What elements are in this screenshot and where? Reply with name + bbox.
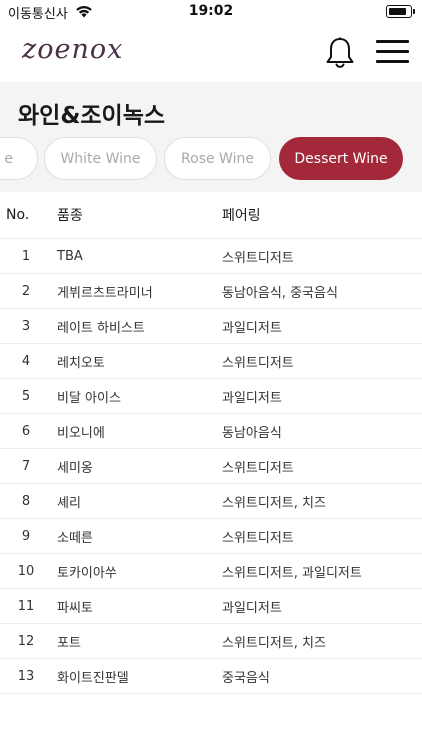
category-chip-scroller[interactable]: e White Wine Rose Wine Dessert Wine [0, 137, 422, 181]
row-variety: 레치오토 [57, 355, 105, 371]
table-row[interactable]: 7 세미옹 스위트디저트 [0, 449, 422, 484]
status-bar: 이동통신사 19:02 [0, 0, 422, 24]
row-number: 3 [21, 318, 31, 334]
table-row[interactable]: 3 레이트 하비스트 과일디저트 [0, 309, 422, 344]
row-number: 10 [17, 563, 35, 579]
table-row[interactable]: 8 셰리 스위트디저트, 치즈 [0, 484, 422, 519]
row-variety: 세미옹 [57, 460, 93, 476]
zoenox-logo[interactable]: zoenox [22, 34, 123, 65]
row-pairing: 동남아음식, 중국음식 [222, 285, 338, 301]
row-pairing: 과일디저트 [222, 320, 282, 336]
row-number: 12 [17, 633, 35, 649]
row-number: 9 [21, 528, 31, 544]
table-row[interactable]: 4 레치오토 스위트디저트 [0, 344, 422, 379]
battery-icon [386, 5, 415, 18]
row-variety: 게뷔르츠트라미너 [57, 285, 153, 301]
row-pairing: 과일디저트 [222, 600, 282, 616]
hamburger-menu-icon[interactable] [376, 40, 409, 64]
category-section: 와인&조이녹스 e White Wine Rose Wine Dessert W… [0, 82, 422, 192]
column-header-no: No. [6, 207, 30, 223]
row-pairing: 스위트디저트, 치즈 [222, 495, 326, 511]
row-pairing: 중국음식 [222, 670, 270, 686]
row-number: 5 [21, 388, 31, 404]
row-number: 1 [21, 248, 31, 264]
column-header-pairing: 페어링 [222, 208, 261, 224]
row-pairing: 동남아음식 [222, 425, 282, 441]
table-header: No. 품종 페어링 [0, 192, 422, 239]
table-row[interactable]: 9 소떼른 스위트디저트 [0, 519, 422, 554]
row-number: 4 [21, 353, 31, 369]
row-number: 13 [17, 668, 35, 684]
table-row[interactable]: 11 파씨토 과일디저트 [0, 589, 422, 624]
table-row[interactable]: 13 화이트진판델 중국음식 [0, 659, 422, 694]
row-pairing: 스위트디저트 [222, 530, 294, 546]
row-number: 6 [21, 423, 31, 439]
row-pairing: 스위트디저트, 과일디저트 [222, 565, 362, 581]
row-variety: 화이트진판델 [57, 670, 129, 686]
column-header-variety: 품종 [57, 208, 83, 224]
table-row[interactable]: 2 게뷔르츠트라미너 동남아음식, 중국음식 [0, 274, 422, 309]
table-row[interactable]: 5 비달 아이스 과일디저트 [0, 379, 422, 414]
bell-icon[interactable] [324, 36, 356, 70]
row-variety: TBA [57, 248, 83, 264]
chip-white-wine[interactable]: White Wine [44, 137, 157, 180]
row-number: 7 [21, 458, 31, 474]
row-number: 8 [21, 493, 31, 509]
clock: 19:02 [188, 3, 234, 19]
page-title: 와인&조이녹스 [18, 103, 166, 129]
table-row[interactable]: 6 비오니에 동남아음식 [0, 414, 422, 449]
row-pairing: 스위트디저트, 치즈 [222, 635, 326, 651]
row-variety: 포트 [57, 635, 81, 651]
row-variety: 비오니에 [57, 425, 105, 441]
row-number: 11 [17, 598, 35, 614]
row-number: 2 [21, 283, 31, 299]
chip-rose-wine[interactable]: Rose Wine [164, 137, 271, 180]
app-header: zoenox [0, 24, 422, 82]
chip-dessert-wine[interactable]: Dessert Wine [279, 137, 403, 180]
wine-table: No. 품종 페어링 1 TBA 스위트디저트 2 게뷔르츠트라미너 동남아음식… [0, 192, 422, 694]
table-row[interactable]: 1 TBA 스위트디저트 [0, 239, 422, 274]
row-variety: 토카이아쑤 [57, 565, 117, 581]
row-variety: 비달 아이스 [57, 390, 121, 406]
row-pairing: 스위트디저트 [222, 355, 294, 371]
row-variety: 소떼른 [57, 530, 93, 546]
row-pairing: 스위트디저트 [222, 460, 294, 476]
row-pairing: 스위트디저트 [222, 250, 294, 266]
chip-partial[interactable]: e [0, 137, 38, 180]
row-variety: 파씨토 [57, 600, 93, 616]
table-row[interactable]: 12 포트 스위트디저트, 치즈 [0, 624, 422, 659]
row-pairing: 과일디저트 [222, 390, 282, 406]
table-row[interactable]: 10 토카이아쑤 스위트디저트, 과일디저트 [0, 554, 422, 589]
row-variety: 레이트 하비스트 [57, 320, 145, 336]
row-variety: 셰리 [57, 495, 81, 511]
